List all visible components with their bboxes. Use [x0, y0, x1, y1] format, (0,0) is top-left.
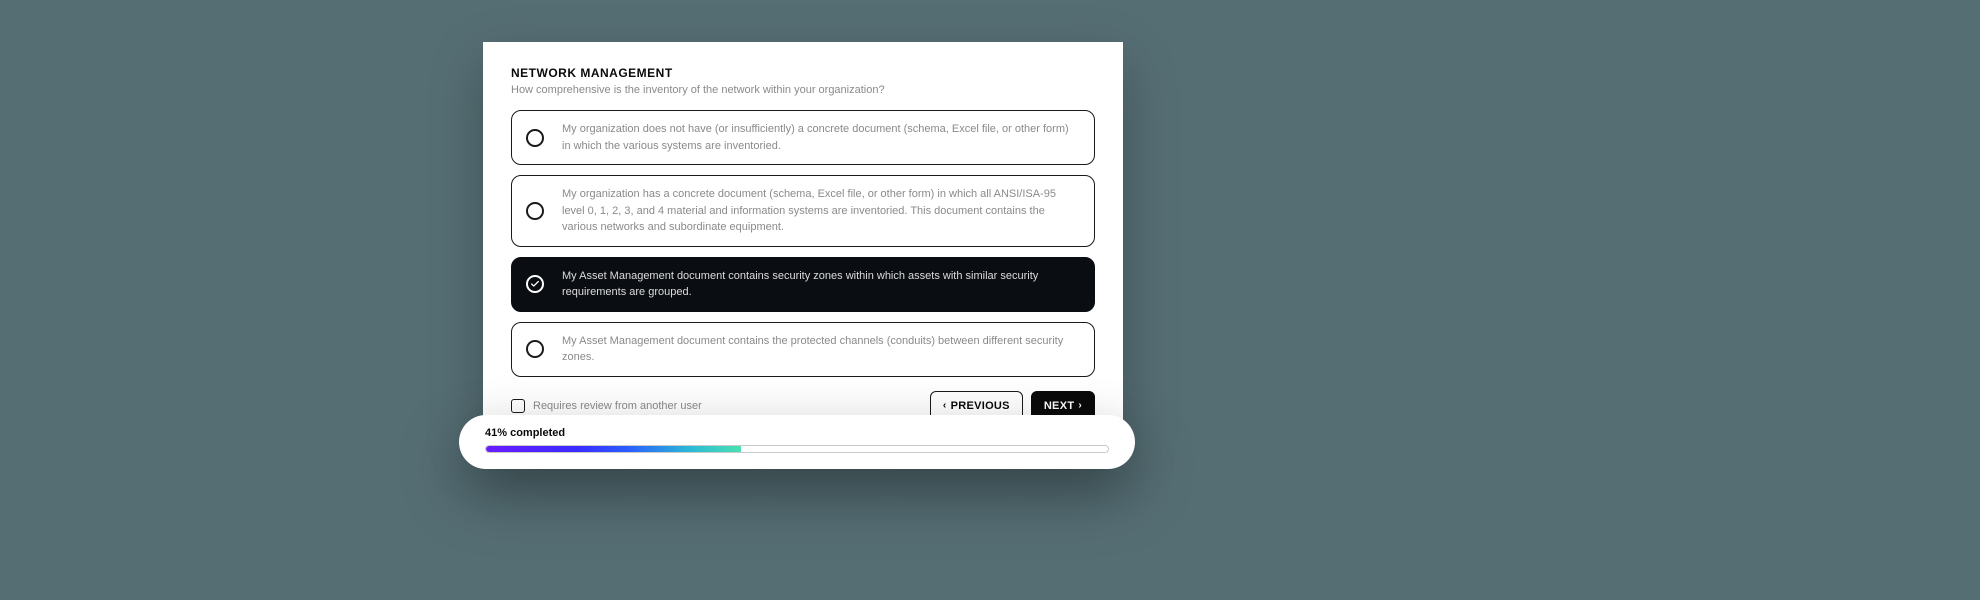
- radio-icon: [526, 202, 544, 220]
- option-3[interactable]: My Asset Management document contains th…: [511, 322, 1095, 377]
- section-subtitle: How comprehensive is the inventory of th…: [511, 84, 1095, 96]
- option-0[interactable]: My organization does not have (or insuff…: [511, 110, 1095, 165]
- radio-icon: [526, 340, 544, 358]
- progress-label: 41% completed: [485, 427, 1109, 439]
- option-text: My Asset Management document contains th…: [562, 333, 1074, 366]
- section-title: NETWORK MANAGEMENT: [511, 66, 1095, 80]
- question-card: NETWORK MANAGEMENT How comprehensive is …: [483, 42, 1123, 443]
- previous-label: PREVIOUS: [951, 400, 1010, 412]
- option-text: My Asset Management document contains se…: [562, 268, 1074, 301]
- progress-fill: [486, 446, 741, 452]
- review-checkbox[interactable]: [511, 399, 525, 413]
- option-2[interactable]: My Asset Management document contains se…: [511, 257, 1095, 312]
- chevron-left-icon: ‹: [943, 401, 947, 411]
- next-label: NEXT: [1044, 400, 1075, 412]
- review-row: Requires review from another user: [511, 399, 702, 413]
- chevron-right-icon: ›: [1078, 401, 1082, 411]
- progress-pill: 41% completed: [459, 415, 1135, 469]
- radio-checked-icon: [526, 275, 544, 293]
- option-text: My organization has a concrete document …: [562, 186, 1074, 236]
- option-text: My organization does not have (or insuff…: [562, 121, 1074, 154]
- review-label: Requires review from another user: [533, 400, 702, 412]
- option-1[interactable]: My organization has a concrete document …: [511, 175, 1095, 247]
- progress-track: [485, 445, 1109, 453]
- radio-icon: [526, 129, 544, 147]
